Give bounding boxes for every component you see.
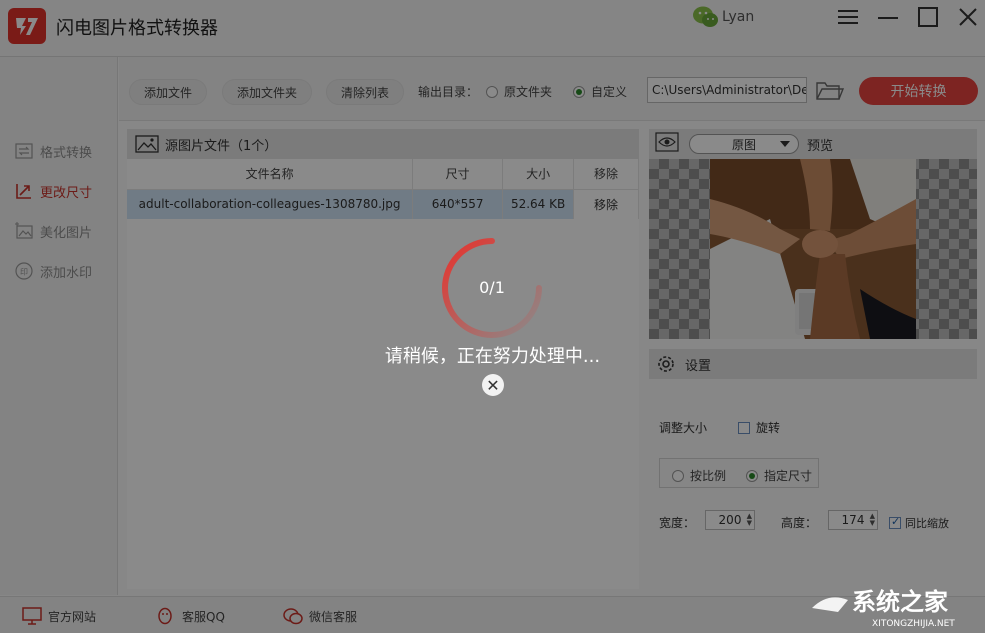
cancel-processing-button[interactable]: ✕ bbox=[482, 374, 504, 396]
close-icon: ✕ bbox=[486, 375, 500, 395]
processing-message: 请稍候，正在努力处理中... bbox=[384, 346, 601, 367]
svg-text:XITONGZHIJIA.NET: XITONGZHIJIA.NET bbox=[872, 619, 955, 629]
processing-overlay: 0/1 请稍候，正在努力处理中... ✕ bbox=[0, 0, 985, 633]
progress-count: 0/1 bbox=[479, 278, 505, 297]
svg-text:系统之家: 系统之家 bbox=[852, 588, 948, 616]
site-watermark: 系统之家 XITONGZHIJIA.NET bbox=[808, 578, 980, 630]
